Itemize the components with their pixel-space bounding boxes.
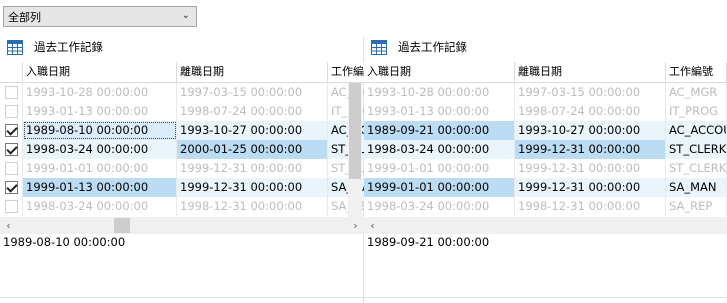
- panel-header: 過去工作記錄: [7, 38, 103, 56]
- start-date-cell[interactable]: 1999-01-01 00:00:00: [364, 178, 515, 197]
- table-row[interactable]: 1998-03-24 00:00:00 1998-12-31 00:00:00 …: [0, 197, 364, 216]
- table-row[interactable]: 1999-01-01 00:00:00 1999-12-31 00:00:00 …: [364, 159, 727, 178]
- start-date-cell[interactable]: 1989-09-21 00:00:00: [364, 121, 515, 140]
- right-history-panel: 過去工作記錄 入職日期 離職日期 工作編號 1993-10-28 00:00:0…: [364, 36, 727, 303]
- end-date-cell[interactable]: 2000-01-25 00:00:00: [177, 140, 328, 159]
- history-grid[interactable]: 入職日期 離職日期 工作編號 1993-10-28 00:00:00 1997-…: [0, 62, 364, 234]
- table-icon: [7, 39, 23, 55]
- panel-header: 過去工作記錄: [371, 38, 467, 56]
- start-date-cell[interactable]: 1998-03-24 00:00:00: [23, 140, 177, 159]
- table-icon: [371, 39, 387, 55]
- checkbox-column-header: [0, 62, 23, 83]
- grid-header: 入職日期 離職日期 工作編號: [0, 62, 364, 83]
- vertical-scroll-thumb[interactable]: [349, 83, 361, 179]
- end-date-cell[interactable]: 1999-12-31 00:00:00: [515, 159, 666, 178]
- end-date-cell[interactable]: 1993-10-27 00:00:00: [177, 121, 328, 140]
- column-header-end-date[interactable]: 離職日期: [515, 62, 666, 83]
- column-filter-dropdown[interactable]: 全部列 ⌄: [3, 6, 197, 27]
- vertical-scrollbar[interactable]: [348, 83, 362, 217]
- column-header-job-id[interactable]: 工作編號: [666, 62, 727, 83]
- end-date-cell[interactable]: 1998-12-31 00:00:00: [515, 197, 666, 216]
- end-date-cell[interactable]: 1999-12-31 00:00:00: [515, 140, 666, 159]
- horizontal-scrollbar[interactable]: ‹: [364, 217, 727, 234]
- start-date-cell[interactable]: 1999-01-01 00:00:00: [23, 159, 177, 178]
- history-grid[interactable]: 入職日期 離職日期 工作編號 1993-10-28 00:00:00 1997-…: [364, 62, 727, 234]
- scroll-right-icon[interactable]: ›: [347, 217, 364, 234]
- column-filter-value: 全部列: [8, 10, 41, 24]
- start-date-cell[interactable]: 1993-10-28 00:00:00: [364, 83, 515, 102]
- table-row[interactable]: 1998-03-24 00:00:00 1999-12-31 00:00:00 …: [364, 140, 727, 159]
- start-date-cell[interactable]: 1999-01-13 00:00:00: [23, 178, 177, 197]
- end-date-cell[interactable]: 1997-03-15 00:00:00: [515, 83, 666, 102]
- job-id-cell[interactable]: SA_REP: [666, 197, 727, 216]
- chevron-down-icon: ⌄: [181, 10, 190, 21]
- end-date-cell[interactable]: 1999-12-31 00:00:00: [515, 178, 666, 197]
- horizontal-scroll-track[interactable]: [381, 217, 727, 234]
- job-id-cell[interactable]: AC_ACCOUNT: [666, 121, 727, 140]
- column-header-start-date[interactable]: 入職日期: [364, 62, 515, 83]
- end-date-cell[interactable]: 1999-12-31 00:00:00: [177, 178, 328, 197]
- table-row[interactable]: 1989-09-21 00:00:00 1993-10-27 00:00:00 …: [364, 121, 727, 140]
- end-date-cell[interactable]: 1998-12-31 00:00:00: [177, 197, 328, 216]
- start-date-cell[interactable]: 1999-01-01 00:00:00: [364, 159, 515, 178]
- table-row[interactable]: 1989-08-10 00:00:00 1993-10-27 00:00:00 …: [0, 121, 364, 140]
- start-date-cell[interactable]: 1998-03-24 00:00:00: [23, 197, 177, 216]
- table-row[interactable]: 1993-10-28 00:00:00 1997-03-15 00:00:00 …: [0, 83, 364, 102]
- start-date-cell[interactable]: 1993-01-13 00:00:00: [23, 102, 177, 121]
- end-date-cell[interactable]: 1999-12-31 00:00:00: [177, 159, 328, 178]
- row-checkbox[interactable]: [4, 181, 18, 194]
- left-history-panel: 過去工作記錄 入職日期 離職日期 工作編號 1993-10-28 00:00:0…: [0, 36, 364, 303]
- table-row[interactable]: 1999-01-13 00:00:00 1999-12-31 00:00:00 …: [0, 178, 364, 197]
- grid-rows: 1993-10-28 00:00:00 1997-03-15 00:00:00 …: [364, 83, 727, 216]
- job-id-cell[interactable]: IT_PROG: [666, 102, 727, 121]
- job-id-cell[interactable]: AC_MGR: [666, 83, 727, 102]
- column-header-start-date[interactable]: 入職日期: [23, 62, 177, 83]
- row-checkbox[interactable]: [4, 105, 18, 118]
- job-id-cell[interactable]: SA_MAN: [666, 178, 727, 197]
- scroll-left-icon[interactable]: ‹: [0, 217, 17, 234]
- end-date-cell[interactable]: 1998-07-24 00:00:00: [515, 102, 666, 121]
- row-checkbox[interactable]: [4, 200, 18, 213]
- table-row[interactable]: 1993-01-13 00:00:00 1998-07-24 00:00:00 …: [364, 102, 727, 121]
- start-date-cell[interactable]: 1993-01-13 00:00:00: [364, 102, 515, 121]
- start-date-cell[interactable]: 1998-03-24 00:00:00: [364, 197, 515, 216]
- row-checkbox[interactable]: [4, 162, 18, 175]
- job-id-cell[interactable]: ST_CLERK: [666, 159, 727, 178]
- scroll-left-icon[interactable]: ‹: [364, 217, 381, 234]
- end-date-cell[interactable]: 1998-07-24 00:00:00: [177, 102, 328, 121]
- row-checkbox[interactable]: [4, 143, 18, 156]
- horizontal-scrollbar[interactable]: ‹ ›: [0, 217, 364, 234]
- table-row[interactable]: 1993-10-28 00:00:00 1997-03-15 00:00:00 …: [364, 83, 727, 102]
- table-row[interactable]: 1999-01-01 00:00:00 1999-12-31 00:00:00 …: [0, 159, 364, 178]
- end-date-cell[interactable]: 1997-03-15 00:00:00: [177, 83, 328, 102]
- column-header-end-date[interactable]: 離職日期: [177, 62, 328, 83]
- end-date-cell[interactable]: 1993-10-27 00:00:00: [515, 121, 666, 140]
- grid-header: 入職日期 離職日期 工作編號: [364, 62, 727, 83]
- row-checkbox[interactable]: [4, 86, 18, 99]
- horizontal-scroll-track[interactable]: [17, 217, 347, 234]
- panel-title: 過去工作記錄: [398, 40, 467, 54]
- table-row[interactable]: 1998-03-24 00:00:00 2000-01-25 00:00:00 …: [0, 140, 364, 159]
- table-row[interactable]: 1998-03-24 00:00:00 1998-12-31 00:00:00 …: [364, 197, 727, 216]
- selected-value-display: 1989-08-10 00:00:00: [3, 235, 126, 249]
- column-header-job-id[interactable]: 工作編號: [328, 62, 364, 83]
- bottom-divider: [0, 297, 727, 298]
- start-date-cell[interactable]: 1993-10-28 00:00:00: [23, 83, 177, 102]
- selected-value-display: 1989-09-21 00:00:00: [367, 235, 490, 249]
- panel-title: 過去工作記錄: [34, 40, 103, 54]
- start-date-cell[interactable]: 1989-08-10 00:00:00: [23, 121, 177, 140]
- table-row[interactable]: 1999-01-01 00:00:00 1999-12-31 00:00:00 …: [364, 178, 727, 197]
- row-checkbox[interactable]: [4, 124, 18, 137]
- grid-rows: 1993-10-28 00:00:00 1997-03-15 00:00:00 …: [0, 83, 364, 216]
- job-id-cell[interactable]: ST_CLERK: [666, 140, 727, 159]
- start-date-cell[interactable]: 1998-03-24 00:00:00: [364, 140, 515, 159]
- table-row[interactable]: 1993-01-13 00:00:00 1998-07-24 00:00:00 …: [0, 102, 364, 121]
- horizontal-scroll-thumb[interactable]: [114, 218, 130, 233]
